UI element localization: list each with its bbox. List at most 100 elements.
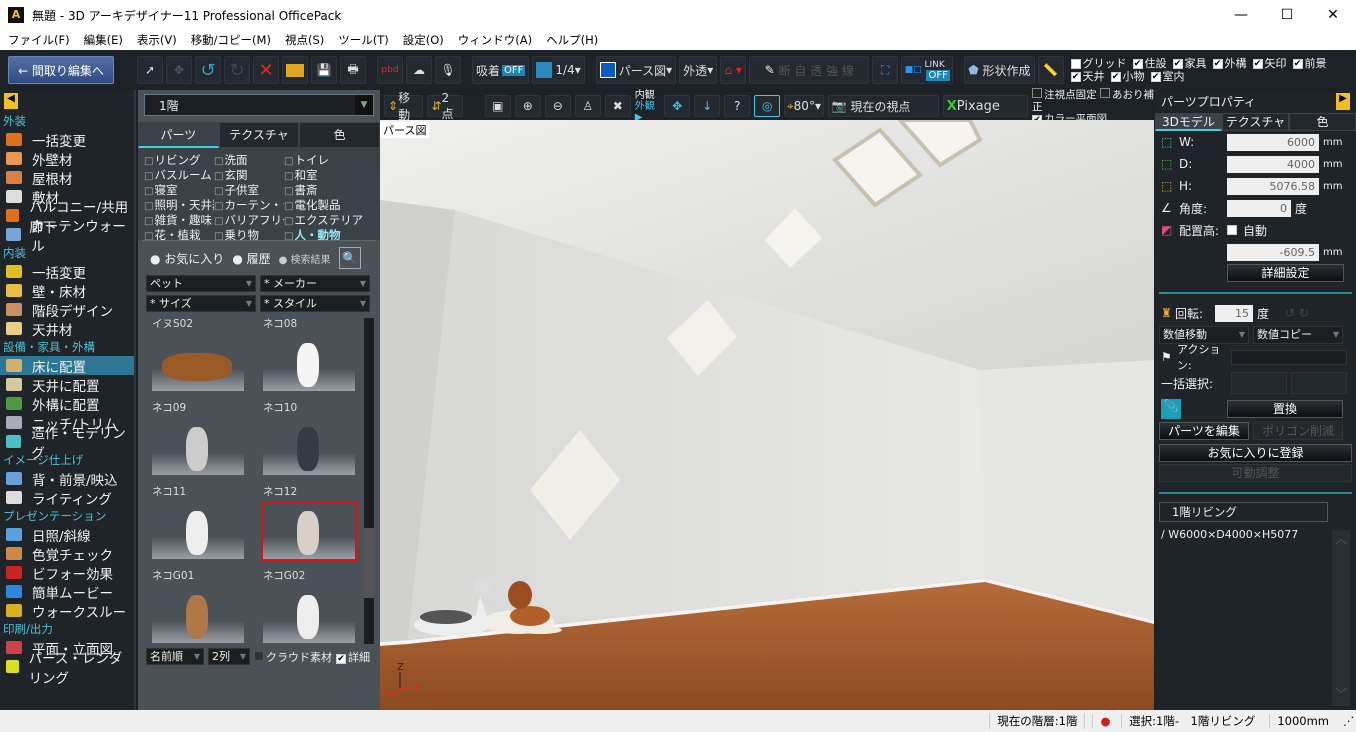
select-arrow-icon[interactable]: ➚: [137, 56, 163, 84]
category-item[interactable]: 和室: [284, 167, 366, 182]
delete-icon[interactable]: ✕: [253, 56, 279, 84]
resize-grip-icon[interactable]: ⋰: [1336, 714, 1356, 728]
sidebar-item[interactable]: 階段デザイン: [0, 300, 134, 320]
part-thumbnail[interactable]: [263, 419, 355, 475]
tab-texture[interactable]: テクスチャ: [218, 122, 300, 148]
sidebar-item[interactable]: ライティング: [0, 488, 134, 508]
detail-checkbox[interactable]: ✔ 詳細: [336, 649, 370, 665]
zoom-out-icon[interactable]: ⊖: [544, 95, 571, 117]
category-item[interactable]: 花・植栽: [144, 227, 214, 240]
sidebar-item[interactable]: ウォークスルー: [0, 601, 134, 621]
print-icon[interactable]: 🖶: [340, 56, 366, 84]
sidebar-item[interactable]: パース・レンダリング: [0, 651, 134, 687]
tab-color[interactable]: 色: [299, 122, 381, 148]
category-item[interactable]: トイレ: [284, 152, 366, 167]
part-thumbnail[interactable]: [152, 503, 244, 559]
collapse-sidebar-button[interactable]: ◀: [4, 93, 18, 109]
pbd-icon[interactable]: pbd: [377, 56, 403, 84]
sidebar-item[interactable]: 造作・モデリング: [0, 426, 134, 462]
cloud-checkbox[interactable]: クラウド素材: [254, 649, 332, 665]
person-view-icon[interactable]: ♙: [574, 95, 601, 117]
category-item[interactable]: 乗り物: [214, 227, 284, 240]
menu-settings[interactable]: 設定(O): [403, 32, 444, 48]
pan-cross-icon[interactable]: ✥: [664, 95, 691, 117]
sidebar-item[interactable]: 色覚チェック: [0, 544, 134, 564]
checkbox[interactable]: ✔: [1212, 58, 1223, 69]
batch-select-button-2[interactable]: [1291, 372, 1347, 394]
zoom-fit-icon[interactable]: ▣: [484, 95, 511, 117]
floor-select[interactable]: 1階 ▼: [144, 94, 374, 116]
check-housing[interactable]: ✔ 住設: [1132, 57, 1167, 70]
size-select[interactable]: * サイズ: [146, 295, 256, 312]
shape-create-button[interactable]: ⬟ 形状作成: [964, 56, 1035, 84]
tab-3d-model[interactable]: 3Dモデル: [1155, 113, 1222, 131]
part-item[interactable]: ネコG01: [152, 568, 255, 644]
menu-tools[interactable]: ツール(T): [338, 32, 389, 48]
sort-select[interactable]: 名前順: [146, 648, 204, 665]
batch-select-button-1[interactable]: [1231, 372, 1287, 394]
tab-texture[interactable]: テクスチャ: [1222, 113, 1289, 131]
check-foreground[interactable]: ✔ 前景: [1292, 57, 1327, 70]
redo-icon[interactable]: ↻: [224, 56, 250, 84]
move-button[interactable]: ⇕ 移動: [384, 91, 424, 122]
check-furniture[interactable]: ✔ 家具: [1172, 57, 1207, 70]
checkbox[interactable]: [1070, 58, 1081, 69]
grid-scale-dropdown[interactable]: 1/4 ▾: [532, 56, 585, 84]
style-select[interactable]: * スタイル: [260, 295, 370, 312]
sidebar-item[interactable]: 屋根材: [0, 168, 134, 188]
category-item[interactable]: バリアフリー: [214, 212, 284, 227]
part-item[interactable]: ネコG02: [263, 568, 366, 644]
check-ceiling[interactable]: ✔ 天井: [1070, 70, 1105, 83]
sidebar-item[interactable]: 外壁材: [0, 149, 134, 169]
room-name[interactable]: 1階リビング: [1159, 502, 1328, 522]
sidebar-item[interactable]: 日照/斜線: [0, 525, 134, 545]
reduce-polygons-button[interactable]: ポリゴン削減: [1253, 422, 1343, 440]
tab-color[interactable]: 色: [1289, 113, 1356, 131]
category-item[interactable]: 書斎: [284, 182, 366, 197]
auto-checkbox[interactable]: [1227, 225, 1237, 235]
category-item[interactable]: 電化製品: [284, 197, 366, 212]
tab-parts[interactable]: パーツ: [138, 122, 219, 148]
rotate-view-icon[interactable]: ✖: [604, 95, 631, 117]
close-button[interactable]: ✕: [1310, 7, 1356, 23]
category-item[interactable]: エクステリア: [284, 212, 366, 227]
register-favorite-button[interactable]: お気に入りに登録: [1159, 444, 1352, 462]
transparency-dropdown[interactable]: 外透 ▾: [679, 56, 718, 84]
category-item[interactable]: カーテン・ラグ: [214, 197, 284, 212]
part-item[interactable]: イヌS02: [152, 316, 255, 400]
3d-scene[interactable]: Z X Y: [380, 120, 1154, 710]
renderer-dropdown[interactable]: X Pixage: [942, 95, 1029, 117]
menu-window[interactable]: ウィンドウ(A): [458, 32, 532, 48]
sidebar-item[interactable]: 外構に配置: [0, 394, 134, 414]
3d-viewport[interactable]: ⇕ 移動 ⇵ 2点 ▣ ⊕ ⊖ ♙ ✖ 内観 外観▶ ✥ ↓ ? ◎ ⌖ 80° ▾ 📷…: [380, 87, 1154, 710]
walk-down-icon[interactable]: ↓: [694, 95, 721, 117]
inside-outside-toggle[interactable]: 内観 外観▶: [635, 90, 661, 123]
category-item[interactable]: 子供室: [214, 182, 284, 197]
category-item[interactable]: 洗面: [214, 152, 284, 167]
part-item[interactable]: ネコ10: [263, 400, 366, 484]
camera-dropdown[interactable]: 📷 現在の視点: [827, 95, 939, 117]
view-mode-dropdown[interactable]: パース図 ▾: [595, 56, 677, 84]
category-item[interactable]: 照明・天井器具: [144, 197, 214, 212]
checkbox[interactable]: ✔: [1150, 71, 1161, 82]
fix-target-checkbox[interactable]: 注視点固定: [1032, 87, 1097, 101]
search-results-radio[interactable]: ● 検索結果: [279, 251, 331, 266]
category-item[interactable]: バスルーム: [144, 167, 214, 182]
checkbox[interactable]: ✔: [1292, 58, 1303, 69]
columns-select[interactable]: 2列: [208, 648, 250, 665]
ruler-icon[interactable]: 📏: [1037, 56, 1064, 84]
action-slider[interactable]: [1231, 349, 1347, 365]
back-to-floorplan-button[interactable]: ← 間取り編集へ: [8, 56, 114, 84]
undo-icon[interactable]: ↺: [195, 56, 221, 84]
part-thumbnail[interactable]: [152, 419, 244, 475]
depth-input[interactable]: 4000: [1227, 155, 1319, 173]
numeric-move-select[interactable]: 数値移動: [1159, 326, 1249, 344]
orbit-icon[interactable]: ◎: [754, 95, 781, 117]
collapse-panel-button[interactable]: ▶: [1336, 93, 1350, 110]
checkbox[interactable]: ✔: [1172, 58, 1183, 69]
detail-settings-button[interactable]: 詳細設定: [1227, 264, 1344, 282]
part-thumbnail[interactable]: [263, 587, 355, 643]
rotate-input[interactable]: 15: [1215, 304, 1253, 322]
menu-view[interactable]: 表示(V): [137, 32, 177, 48]
category-item[interactable]: 人・動物: [284, 227, 366, 240]
